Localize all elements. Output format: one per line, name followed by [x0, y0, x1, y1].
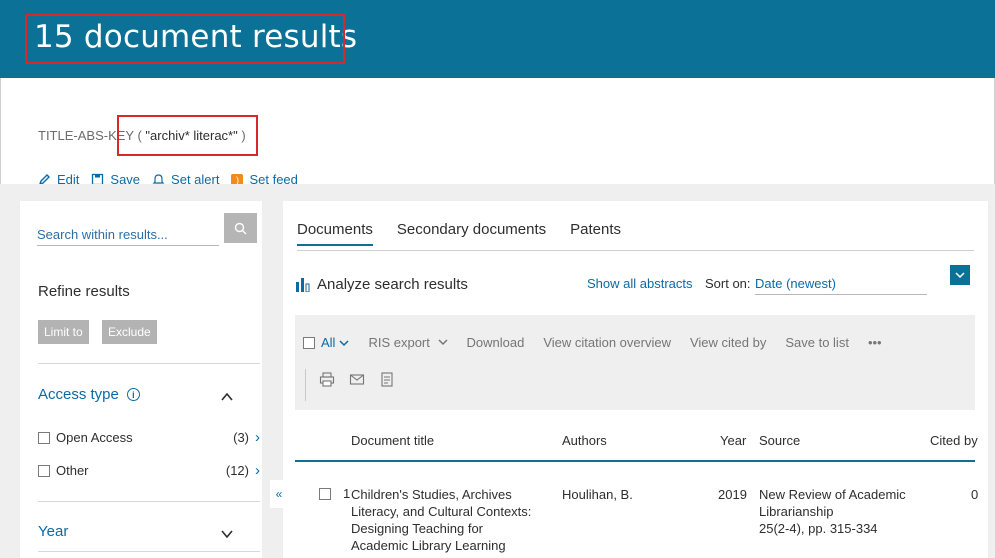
- other-checkbox[interactable]: [38, 464, 50, 477]
- bibliography-icon[interactable]: [379, 372, 395, 387]
- chevron-down-icon: [955, 272, 965, 279]
- open-access-label: Open Access: [56, 430, 133, 445]
- sort-label: Sort on:: [705, 276, 751, 291]
- tab-documents[interactable]: Documents: [297, 221, 373, 246]
- view-cited-by-button[interactable]: View cited by: [690, 335, 766, 350]
- sidebar-divider: [38, 501, 260, 502]
- chevron-right-icon[interactable]: ›: [255, 429, 260, 446]
- source-cell: New Review of Academic Librarianship 25(…: [759, 486, 924, 537]
- chevron-right-icon[interactable]: ›: [255, 462, 260, 479]
- view-citation-overview-button[interactable]: View citation overview: [543, 335, 671, 350]
- select-all-label: All: [321, 335, 336, 350]
- exclude-button[interactable]: Exclude: [102, 320, 157, 344]
- bar-chart-icon: [296, 277, 310, 292]
- result-tabs: Documents Secondary documents Patents: [297, 221, 621, 246]
- publication-year: 2019: [718, 487, 747, 502]
- toolbar-icons: [319, 372, 395, 387]
- column-header-cited-by[interactable]: Cited by: [930, 433, 978, 448]
- ris-export-dropdown[interactable]: RIS export: [368, 335, 448, 350]
- limit-to-button[interactable]: Limit to: [38, 320, 89, 344]
- document-title-link[interactable]: Children's Studies, Archives Literacy, a…: [351, 486, 536, 554]
- column-header-document-title[interactable]: Document title: [351, 433, 434, 448]
- chevron-down-icon[interactable]: [220, 527, 234, 541]
- info-icon[interactable]: i: [126, 388, 140, 401]
- show-all-abstracts-link[interactable]: Show all abstracts: [587, 276, 693, 291]
- other-label: Other: [56, 463, 89, 478]
- results-toolbar: All RIS export Download View citation ov…: [295, 315, 975, 410]
- access-type-facet-toggle[interactable]: Access type i: [38, 386, 140, 403]
- search-icon: [234, 222, 247, 234]
- chevron-down-icon: [339, 339, 349, 346]
- column-header-authors[interactable]: Authors: [562, 433, 607, 448]
- search-within-button[interactable]: [224, 213, 257, 243]
- sidebar-divider: [38, 363, 260, 364]
- select-all-checkbox[interactable]: [303, 336, 315, 349]
- access-type-label: Access type: [38, 386, 119, 403]
- column-header-year[interactable]: Year: [720, 433, 746, 448]
- save-to-list-button[interactable]: Save to list: [785, 335, 849, 350]
- row-selector: 1: [319, 486, 350, 501]
- facet-open-access[interactable]: Open Access (3) ›: [38, 429, 260, 446]
- refine-sidebar: Refine results Limit to Exclude Access t…: [20, 201, 262, 558]
- analyze-label: Analyze search results: [317, 276, 468, 293]
- toolbar-actions: All RIS export Download View citation ov…: [303, 335, 882, 350]
- tabs-divider: [297, 250, 974, 251]
- email-icon[interactable]: [349, 372, 365, 387]
- chevron-down-icon: [437, 339, 448, 346]
- cited-by-count: 0: [971, 487, 979, 502]
- tab-secondary-documents[interactable]: Secondary documents: [397, 221, 546, 246]
- title-highlight-box: [25, 14, 345, 64]
- row-number: 1: [343, 486, 351, 501]
- results-panel: Documents Secondary documents Patents An…: [283, 201, 988, 558]
- open-access-count: (3): [233, 430, 249, 445]
- tab-patents[interactable]: Patents: [570, 221, 621, 246]
- sort-dropdown-button[interactable]: [950, 265, 970, 285]
- author-link[interactable]: Houlihan, B.: [562, 486, 633, 503]
- search-within-results-input[interactable]: [37, 213, 219, 246]
- source-detail: 25(2-4), pp. 315-334: [759, 521, 878, 536]
- open-access-checkbox[interactable]: [38, 431, 50, 444]
- other-count: (12): [225, 463, 249, 478]
- facet-other[interactable]: Other (12) ›: [38, 462, 260, 479]
- ris-export-label: RIS export: [368, 335, 430, 350]
- row-checkbox[interactable]: [319, 487, 331, 500]
- table-header-divider: [295, 460, 975, 462]
- query-highlight-box: [117, 115, 258, 156]
- refine-results-heading: Refine results: [38, 283, 130, 300]
- more-options-button[interactable]: •••: [868, 335, 882, 350]
- source-title-link[interactable]: New Review of Academic Librarianship: [759, 486, 924, 520]
- sidebar-divider: [38, 551, 260, 552]
- select-all-dropdown[interactable]: All: [303, 335, 349, 350]
- print-icon[interactable]: [319, 372, 335, 387]
- chevron-up-icon[interactable]: [220, 390, 234, 404]
- year-facet-toggle[interactable]: Year: [38, 523, 68, 540]
- download-button[interactable]: Download: [467, 335, 525, 350]
- column-header-source[interactable]: Source: [759, 433, 800, 448]
- year-label: Year: [38, 523, 69, 540]
- toolbar-divider: [305, 369, 306, 401]
- double-chevron-left-icon: «: [275, 487, 283, 501]
- sort-select[interactable]: Date (newest): [755, 276, 927, 295]
- analyze-search-results-link[interactable]: Analyze search results: [295, 276, 468, 293]
